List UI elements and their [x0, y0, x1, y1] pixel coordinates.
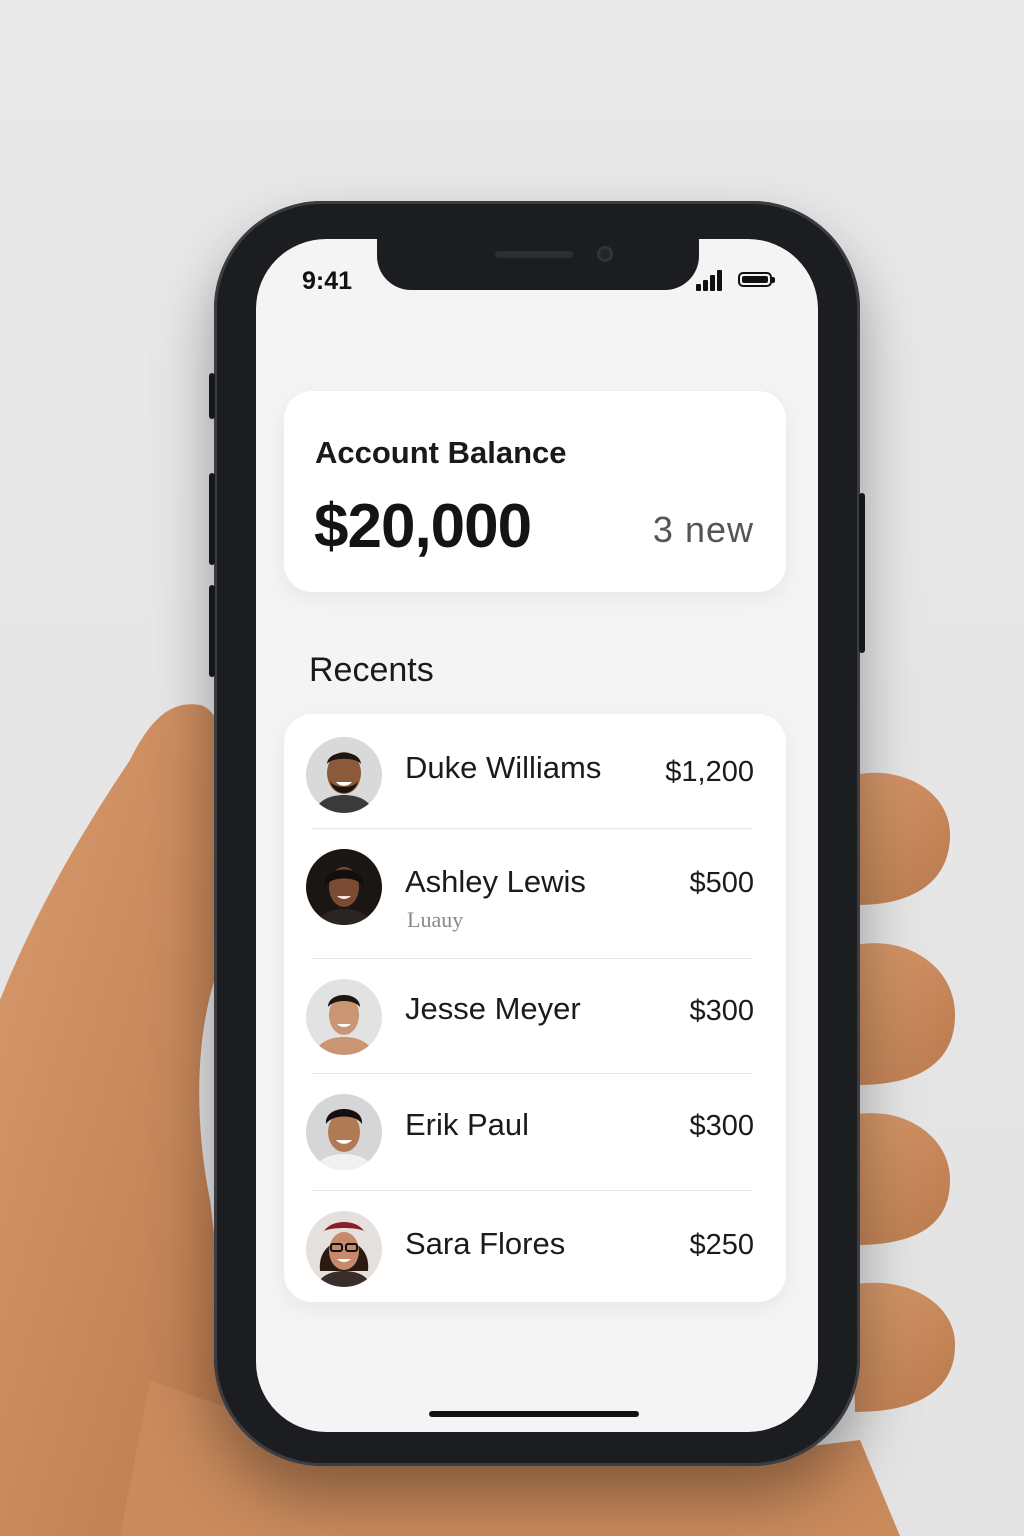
new-notifications-label[interactable]: 3 new [653, 509, 754, 551]
volume-down-button [209, 585, 215, 677]
balance-title: Account Balance [315, 435, 567, 470]
speaker-grille [495, 251, 573, 258]
avatar [306, 1094, 382, 1170]
contact-name: Duke Williams [405, 750, 602, 785]
contact-name: Jesse Meyer [405, 991, 581, 1026]
contact-amount: $300 [689, 995, 754, 1027]
list-item[interactable]: Jesse Meyer $300 [284, 959, 786, 1074]
contact-amount: $250 [689, 1229, 754, 1261]
avatar [306, 737, 382, 813]
account-balance-card[interactable]: Account Balance $20,000 3 new [284, 391, 786, 592]
status-time: 9:41 [302, 267, 353, 295]
avatar [306, 979, 382, 1055]
power-button [859, 493, 865, 653]
contact-name: Erik Paul [405, 1107, 530, 1142]
volume-up-button [209, 473, 215, 565]
recents-heading: Recents [309, 651, 434, 689]
front-camera-icon [597, 246, 613, 262]
contact-amount: $500 [689, 867, 754, 899]
recents-list: Duke Williams $1,200 Ashley Lewis Luauy [284, 714, 786, 1302]
list-item[interactable]: Ashley Lewis Luauy $500 [284, 829, 786, 959]
notch [377, 239, 699, 290]
contact-name: Ashley Lewis [405, 864, 586, 899]
contact-name: Sara Flores [405, 1226, 566, 1261]
contact-amount: $1,200 [665, 756, 754, 788]
list-item[interactable]: Erik Paul $300 [284, 1074, 786, 1191]
battery-icon [738, 272, 775, 287]
balance-amount: $20,000 [314, 492, 532, 561]
contact-subtitle: Luauy [407, 907, 464, 932]
list-item[interactable]: Duke Williams $1,200 [284, 714, 786, 829]
home-indicator[interactable] [429, 1411, 639, 1417]
phone-screen: 9:41 Account Balance $20,000 3 new Recen… [256, 239, 818, 1432]
mute-switch [209, 373, 215, 419]
phone-device: 9:41 Account Balance $20,000 3 new Recen… [209, 201, 865, 1466]
avatar [306, 1211, 382, 1287]
avatar [306, 849, 382, 925]
contact-amount: $300 [689, 1110, 754, 1142]
list-item[interactable]: Sara Flores $250 [284, 1191, 786, 1302]
signal-icon [696, 269, 724, 291]
